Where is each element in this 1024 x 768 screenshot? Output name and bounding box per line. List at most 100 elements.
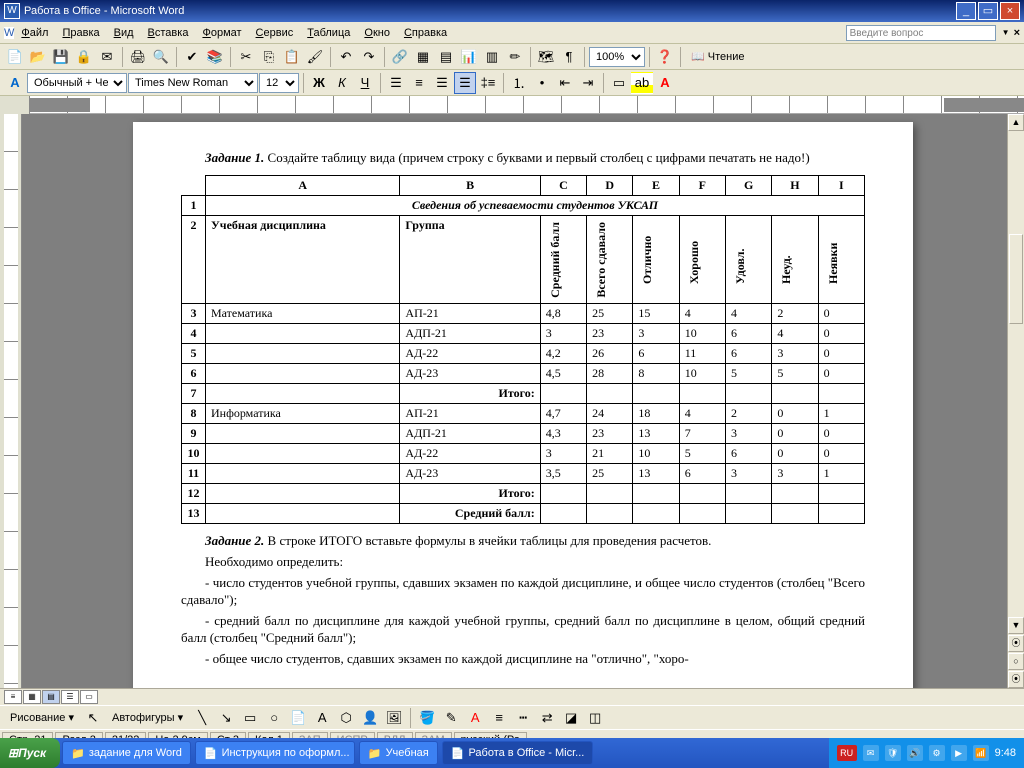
- reading-view-button[interactable]: ▭: [80, 690, 98, 704]
- diagram-icon[interactable]: ⬡: [335, 707, 357, 729]
- new-doc-icon[interactable]: 📄: [4, 46, 26, 68]
- format-painter-icon[interactable]: 🖌: [304, 46, 326, 68]
- table-row[interactable]: 6АД-234,528810550: [182, 364, 865, 384]
- menu-сервис[interactable]: Сервис: [249, 25, 301, 41]
- textbox-icon[interactable]: 📄: [287, 707, 309, 729]
- paste-icon[interactable]: 📋: [281, 46, 303, 68]
- arrow-style-icon[interactable]: ⇄: [536, 707, 558, 729]
- horizontal-ruler[interactable]: [0, 96, 1024, 114]
- clock[interactable]: 9:48: [995, 747, 1016, 759]
- style-select[interactable]: Обычный + Чер: [27, 73, 127, 93]
- cut-icon[interactable]: ✂: [235, 46, 257, 68]
- autoshapes-menu[interactable]: Автофигуры ▾: [106, 709, 189, 726]
- font-color-icon[interactable]: A: [654, 72, 676, 94]
- dash-style-icon[interactable]: ┅: [512, 707, 534, 729]
- menu-справка[interactable]: Справка: [397, 25, 454, 41]
- insert-table-icon[interactable]: ▤: [435, 46, 457, 68]
- underline-icon[interactable]: Ч: [354, 72, 376, 94]
- line-spacing-icon[interactable]: ‡≡: [477, 72, 499, 94]
- table-row[interactable]: 10АД-22321105600: [182, 444, 865, 464]
- research-icon[interactable]: 📚: [204, 46, 226, 68]
- rectangle-icon[interactable]: ▭: [239, 707, 261, 729]
- font-color-draw-icon[interactable]: A: [464, 707, 486, 729]
- table-row[interactable]: 9АДП-214,323137300: [182, 424, 865, 444]
- table-row[interactable]: 12Итого:: [182, 484, 865, 504]
- picture-icon[interactable]: 🖼: [383, 707, 405, 729]
- tray-icon[interactable]: 🔊: [907, 745, 923, 761]
- highlight-icon[interactable]: ab: [631, 72, 653, 94]
- drawing-menu[interactable]: Рисование ▾: [4, 709, 80, 726]
- permission-icon[interactable]: 🔒: [73, 46, 95, 68]
- arrow-icon[interactable]: ↘: [215, 707, 237, 729]
- menu-вставка[interactable]: Вставка: [141, 25, 196, 41]
- tray-icon[interactable]: ▶: [951, 745, 967, 761]
- shadow-icon[interactable]: ◪: [560, 707, 582, 729]
- mail-icon[interactable]: ✉: [96, 46, 118, 68]
- bold-icon[interactable]: Ж: [308, 72, 330, 94]
- document-page[interactable]: Задание 1. Создайте таблицу вида (причем…: [133, 122, 913, 688]
- line-style-icon[interactable]: ≡: [488, 707, 510, 729]
- save-icon[interactable]: 💾: [50, 46, 72, 68]
- print-view-button[interactable]: ▤: [42, 690, 60, 704]
- tables-borders-icon[interactable]: ▦: [412, 46, 434, 68]
- select-objects-icon[interactable]: ↖: [82, 707, 104, 729]
- menu-файл[interactable]: Файл: [14, 25, 55, 41]
- print-icon[interactable]: 🖨: [127, 46, 149, 68]
- 3d-icon[interactable]: ◫: [584, 707, 606, 729]
- browse-object-button[interactable]: ○: [1008, 653, 1024, 670]
- menu-dropdown-icon[interactable]: ▼: [1002, 28, 1010, 37]
- oval-icon[interactable]: ○: [263, 707, 285, 729]
- scroll-down-button[interactable]: ▼: [1008, 617, 1024, 634]
- lang-indicator[interactable]: RU: [837, 745, 857, 761]
- zoom-select[interactable]: 100%: [589, 47, 645, 67]
- styles-pane-icon[interactable]: A: [4, 72, 26, 94]
- next-page-button[interactable]: ⦿: [1008, 671, 1024, 688]
- restore-button[interactable]: ▭: [978, 2, 998, 20]
- undo-icon[interactable]: ↶: [335, 46, 357, 68]
- bullets-icon[interactable]: •: [531, 72, 553, 94]
- system-tray[interactable]: RU ✉ 🛡 🔊 ⚙ ▶ 📶 9:48: [829, 738, 1024, 768]
- read-mode-button[interactable]: 📖 Чтение: [685, 48, 750, 65]
- close-button[interactable]: ×: [1000, 2, 1020, 20]
- tray-icon[interactable]: ✉: [863, 745, 879, 761]
- borders-icon[interactable]: ▭: [608, 72, 630, 94]
- table-row[interactable]: 4АДП-21323310640: [182, 324, 865, 344]
- justify-icon[interactable]: ☰: [454, 72, 476, 94]
- fill-color-icon[interactable]: 🪣: [416, 707, 438, 729]
- web-view-button[interactable]: ▦: [23, 690, 41, 704]
- wordart-icon[interactable]: A: [311, 707, 333, 729]
- scroll-thumb[interactable]: [1009, 234, 1023, 324]
- ask-question-input[interactable]: Введите вопрос: [846, 25, 996, 41]
- close-doc-button[interactable]: ×: [1014, 27, 1020, 39]
- table-row[interactable]: 5АД-224,226611630: [182, 344, 865, 364]
- drawing-icon[interactable]: ✏: [504, 46, 526, 68]
- tray-icon[interactable]: 📶: [973, 745, 989, 761]
- vertical-ruler[interactable]: [0, 114, 22, 688]
- help-icon[interactable]: ❓: [654, 46, 676, 68]
- dec-indent-icon[interactable]: ⇤: [554, 72, 576, 94]
- line-icon[interactable]: ╲: [191, 707, 213, 729]
- preview-icon[interactable]: 🔍: [150, 46, 172, 68]
- taskbar-item-3[interactable]: 📁 Учебная: [359, 741, 438, 765]
- vertical-scrollbar[interactable]: ▲ ▼ ⦿ ○ ⦿: [1007, 114, 1024, 688]
- open-icon[interactable]: 📂: [27, 46, 49, 68]
- prev-page-button[interactable]: ⦿: [1008, 635, 1024, 652]
- taskbar-item-2[interactable]: 📄 Инструкция по оформл...: [195, 741, 355, 765]
- start-button[interactable]: ⊞ Пуск: [0, 738, 60, 768]
- excel-icon[interactable]: 📊: [458, 46, 480, 68]
- table-row[interactable]: 3МатематикаАП-214,825154420: [182, 304, 865, 324]
- spell-icon[interactable]: ✔: [181, 46, 203, 68]
- line-color-icon[interactable]: ✎: [440, 707, 462, 729]
- normal-view-button[interactable]: ≡: [4, 690, 22, 704]
- menu-окно[interactable]: Окно: [357, 25, 397, 41]
- data-table[interactable]: ABCDEFGHI 1Сведения об успеваемости студ…: [181, 175, 865, 525]
- menu-правка[interactable]: Правка: [55, 25, 106, 41]
- show-marks-icon[interactable]: ¶: [558, 46, 580, 68]
- taskbar-item-1[interactable]: 📁 задание для Word: [62, 741, 191, 765]
- menu-вид[interactable]: Вид: [107, 25, 141, 41]
- align-right-icon[interactable]: ☰: [431, 72, 453, 94]
- taskbar-item-4[interactable]: 📄 Работа в Office - Micr...: [442, 741, 594, 765]
- clipart-icon[interactable]: 👤: [359, 707, 381, 729]
- align-center-icon[interactable]: ≡: [408, 72, 430, 94]
- tray-icon[interactable]: 🛡: [885, 745, 901, 761]
